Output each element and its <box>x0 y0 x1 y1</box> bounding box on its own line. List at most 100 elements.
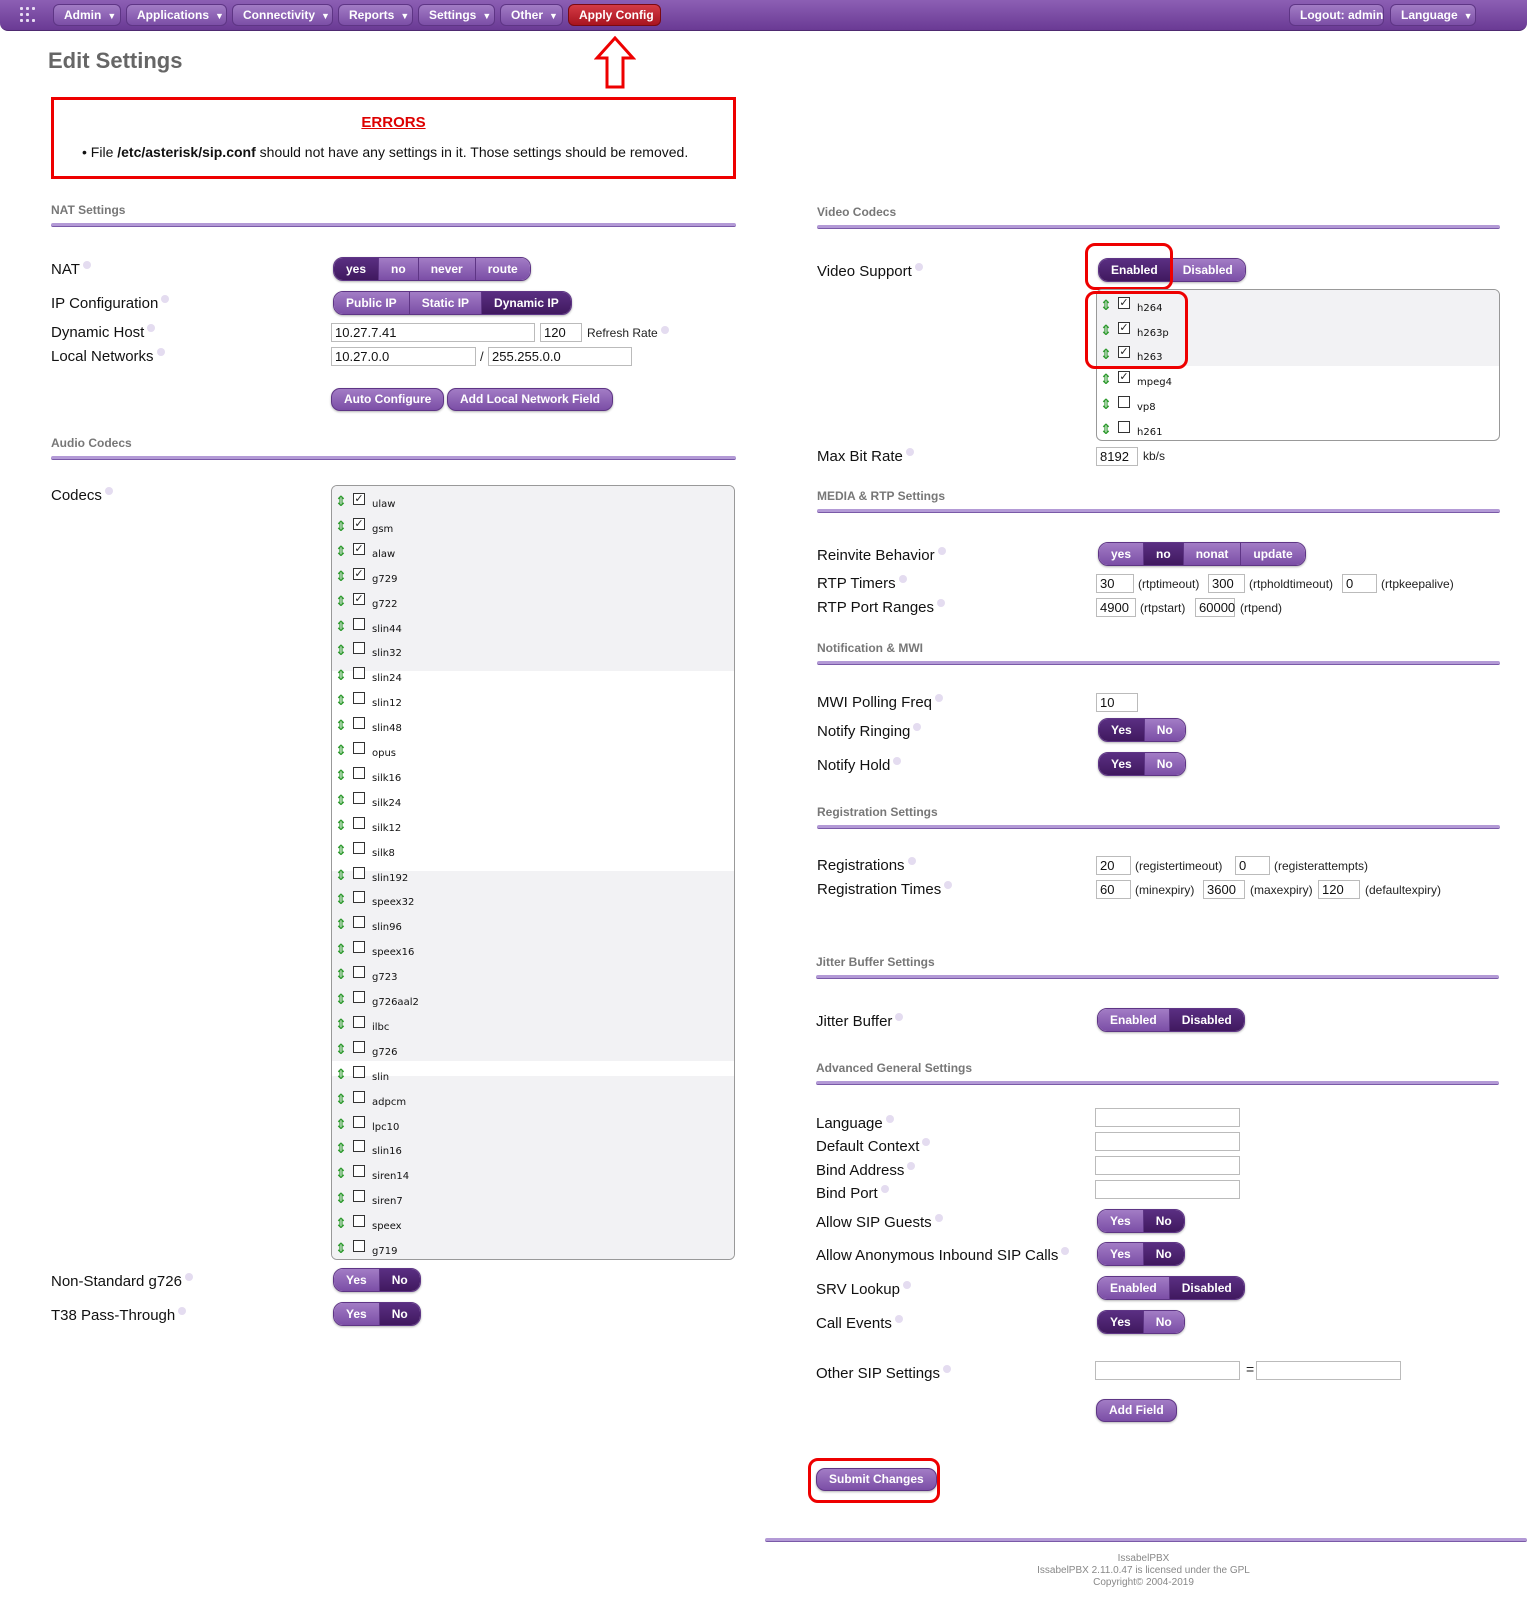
other-setting-value-input[interactable] <box>1256 1361 1401 1380</box>
help-icon[interactable] <box>893 757 902 765</box>
codec-checkbox[interactable] <box>353 791 365 804</box>
codec-checkbox[interactable] <box>353 1190 365 1203</box>
maxexpiry-input[interactable]: 3600 <box>1203 880 1245 899</box>
callevents-yes[interactable]: Yes <box>1098 1311 1144 1333</box>
help-icon[interactable] <box>1061 1247 1070 1255</box>
jitter-disabled[interactable]: Disabled <box>1169 1009 1244 1031</box>
help-icon[interactable] <box>902 1281 911 1289</box>
help-icon[interactable] <box>914 263 923 271</box>
codec-row-g723[interactable]: ⇕ g723 <box>332 964 734 988</box>
drag-handle-icon[interactable]: ⇕ <box>335 916 347 933</box>
g726-yes[interactable]: Yes <box>334 1269 380 1291</box>
nav-admin[interactable]: Admin ▼ <box>53 4 121 26</box>
drag-handle-icon[interactable]: ⇕ <box>335 618 347 635</box>
add-field-button[interactable]: Add Field <box>1096 1399 1177 1422</box>
other-setting-key-input[interactable] <box>1095 1361 1240 1380</box>
help-icon[interactable] <box>104 487 113 495</box>
codec-row-silk24[interactable]: ⇕ silk24 <box>332 790 734 814</box>
codec-row-adpcm[interactable]: ⇕ adpcm <box>332 1089 734 1113</box>
drag-handle-icon[interactable]: ⇕ <box>335 966 347 983</box>
codec-checkbox[interactable] <box>353 642 365 655</box>
codec-checkbox[interactable] <box>353 1015 365 1028</box>
drag-handle-icon[interactable]: ⇕ <box>335 568 347 585</box>
rtpstart-input[interactable]: 4900 <box>1096 598 1136 617</box>
drag-handle-icon[interactable]: ⇕ <box>335 792 347 809</box>
codec-checkbox[interactable] <box>1118 420 1130 433</box>
help-icon[interactable] <box>885 1115 894 1123</box>
codec-row-speex[interactable]: ⇕ speex <box>332 1213 734 1237</box>
codec-checkbox[interactable] <box>353 866 365 879</box>
drag-handle-icon[interactable]: ⇕ <box>1100 371 1112 388</box>
apply-config-button[interactable]: Apply Config <box>568 4 661 26</box>
codec-checkbox[interactable] <box>353 717 365 730</box>
help-icon[interactable] <box>907 1162 916 1170</box>
help-icon[interactable] <box>660 326 669 334</box>
reinvite-yes[interactable]: yes <box>1099 543 1145 565</box>
drag-handle-icon[interactable]: ⇕ <box>1100 421 1112 438</box>
codec-checkbox[interactable] <box>353 991 365 1003</box>
help-icon[interactable] <box>82 261 91 269</box>
codec-row-slin32[interactable]: ⇕ slin32 <box>332 640 734 664</box>
codec-checkbox[interactable] <box>353 816 365 829</box>
help-icon[interactable] <box>942 1365 951 1373</box>
help-icon[interactable] <box>907 857 916 865</box>
ipconf-public[interactable]: Public IP <box>334 292 410 314</box>
hold-no[interactable]: No <box>1144 753 1185 775</box>
help-icon[interactable] <box>895 1013 904 1021</box>
minexpiry-input[interactable]: 60 <box>1096 880 1131 899</box>
codec-row-ulaw[interactable]: ⇕ ✓ ulaw <box>332 491 734 515</box>
codec-row-slin12[interactable]: ⇕ slin12 <box>332 690 734 714</box>
drag-handle-icon[interactable]: ⇕ <box>335 1041 347 1058</box>
nat-route[interactable]: route <box>475 258 530 280</box>
hold-yes[interactable]: Yes <box>1099 753 1145 775</box>
rtpholdtimeout-input[interactable]: 300 <box>1208 574 1245 593</box>
codec-checkbox[interactable]: ✓ <box>353 542 365 555</box>
local-network-mask-input[interactable]: 255.255.0.0 <box>488 347 632 366</box>
codec-checkbox[interactable] <box>353 1140 365 1153</box>
reinvite-nonat[interactable]: nonat <box>1183 543 1242 565</box>
mwi-polling-input[interactable]: 10 <box>1096 693 1138 712</box>
drag-handle-icon[interactable]: ⇕ <box>335 1116 347 1133</box>
nav-connectivity[interactable]: Connectivity ▼ <box>232 4 333 26</box>
codec-row-slin96[interactable]: ⇕ slin96 <box>332 914 734 938</box>
reinvite-no[interactable]: no <box>1144 543 1184 565</box>
ipconf-dynamic[interactable]: Dynamic IP <box>482 292 571 314</box>
codec-checkbox[interactable] <box>353 667 365 680</box>
codec-row-gsm[interactable]: ⇕ ✓ gsm <box>332 516 734 540</box>
drag-handle-icon[interactable]: ⇕ <box>335 717 347 734</box>
codec-row-lpc10[interactable]: ⇕ lpc10 <box>332 1114 734 1138</box>
drag-handle-icon[interactable]: ⇕ <box>335 692 347 709</box>
video-disabled[interactable]: Disabled <box>1170 259 1245 281</box>
codec-row-silk16[interactable]: ⇕ silk16 <box>332 765 734 789</box>
codec-checkbox[interactable]: ✓ <box>353 567 365 580</box>
codec-row-siren14[interactable]: ⇕ siren14 <box>332 1163 734 1187</box>
codec-checkbox[interactable] <box>353 1240 365 1252</box>
ringing-no[interactable]: No <box>1144 719 1185 741</box>
logout-button[interactable]: Logout: admin <box>1289 4 1384 26</box>
language-menu[interactable]: Language ▼ <box>1390 4 1476 26</box>
help-icon[interactable] <box>913 723 922 731</box>
codec-row-siren7[interactable]: ⇕ siren7 <box>332 1188 734 1212</box>
codec-row-silk12[interactable]: ⇕ silk12 <box>332 815 734 839</box>
codec-row-ilbc[interactable]: ⇕ ilbc <box>332 1014 734 1038</box>
drag-handle-icon[interactable]: ⇕ <box>335 593 347 610</box>
nav-settings[interactable]: Settings ▼ <box>418 4 495 26</box>
codec-checkbox[interactable] <box>353 891 365 904</box>
bind-port-input[interactable] <box>1095 1180 1240 1199</box>
drag-handle-icon[interactable]: ⇕ <box>335 991 347 1008</box>
nat-never[interactable]: never <box>418 258 476 280</box>
help-icon[interactable] <box>178 1307 187 1315</box>
codec-row-g726[interactable]: ⇕ g726 <box>332 1039 734 1063</box>
codec-checkbox[interactable] <box>353 1165 365 1178</box>
drag-handle-icon[interactable]: ⇕ <box>335 1066 347 1083</box>
codec-checkbox[interactable] <box>353 1090 365 1103</box>
anon-no[interactable]: No <box>1143 1243 1184 1265</box>
codec-checkbox[interactable] <box>353 966 365 979</box>
g726-no[interactable]: No <box>379 1269 420 1291</box>
help-icon[interactable] <box>937 599 946 607</box>
registerattempts-input[interactable]: 0 <box>1235 856 1270 875</box>
codec-row-slin192[interactable]: ⇕ slin192 <box>332 865 734 889</box>
nat-no[interactable]: no <box>379 258 419 280</box>
defaultexpiry-input[interactable]: 120 <box>1318 880 1360 899</box>
drag-handle-icon[interactable]: ⇕ <box>335 817 347 834</box>
